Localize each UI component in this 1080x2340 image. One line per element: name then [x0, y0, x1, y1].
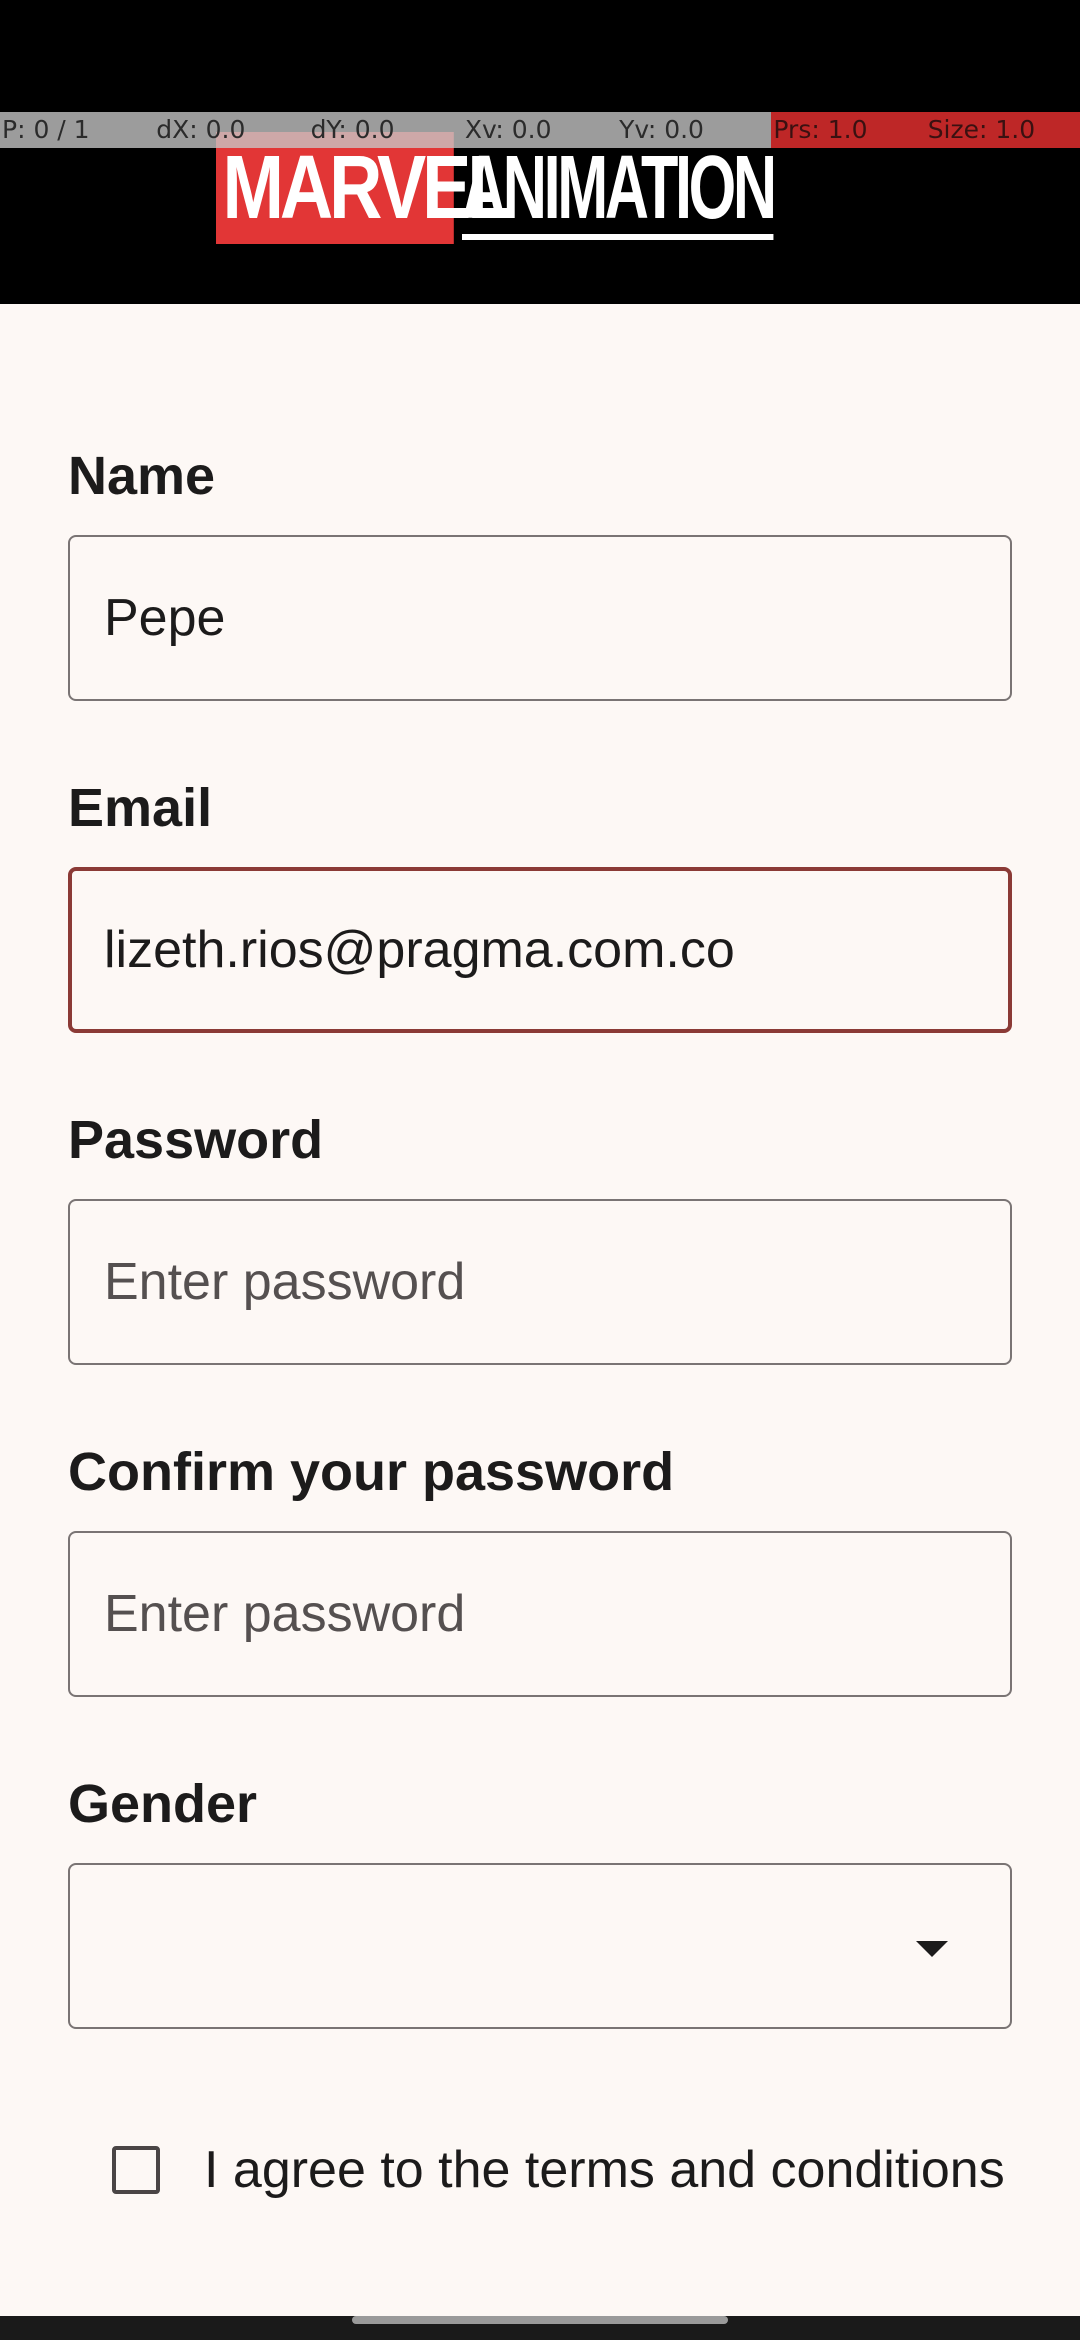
- navigation-bar: [0, 2316, 1080, 2340]
- gender-dropdown[interactable]: [68, 1863, 1012, 2029]
- confirm-password-label: Confirm your password: [68, 1442, 675, 1502]
- gender-label: Gender: [68, 1774, 258, 1834]
- pointer-location-overlay: P: 0 / 1 dX: 0.0 dY: 0.0 Xv: 0.0 Yv: 0.0…: [0, 112, 1080, 148]
- name-label: Name: [68, 446, 216, 506]
- overlay-size: Size: 1.0: [925, 112, 1080, 148]
- name-input[interactable]: Pepe: [68, 535, 1012, 701]
- chevron-down-icon: [916, 1941, 948, 1957]
- status-bar: [0, 0, 1080, 112]
- terms-checkbox[interactable]: [112, 2146, 160, 2194]
- logo-marvel-text: MARVEL: [216, 132, 512, 244]
- overlay-dy: dY: 0.0: [308, 112, 463, 148]
- overlay-xv: Xv: 0.0: [462, 112, 618, 148]
- marvel-animation-logo: MARVEL ANIMATION: [216, 132, 920, 244]
- terms-label: I agree to the terms and conditions: [204, 2141, 1005, 2199]
- terms-row[interactable]: I agree to the terms and conditions: [112, 2140, 1005, 2200]
- overlay-pressure: Prs: 1.0: [771, 112, 926, 148]
- home-indicator[interactable]: [352, 2316, 728, 2324]
- overlay-dx: dX: 0.0: [154, 112, 309, 148]
- email-label: Email: [68, 778, 213, 838]
- logo-animation-text: ANIMATION: [462, 132, 777, 240]
- password-input[interactable]: Enter password: [68, 1199, 1012, 1365]
- password-label: Password: [68, 1110, 324, 1170]
- overlay-pointer-count: P: 0 / 1: [0, 112, 155, 148]
- email-input[interactable]: lizeth.rios@pragma.com.co: [68, 867, 1012, 1033]
- confirm-password-input[interactable]: Enter password: [68, 1531, 1012, 1697]
- overlay-yv: Yv: 0.0: [617, 112, 772, 148]
